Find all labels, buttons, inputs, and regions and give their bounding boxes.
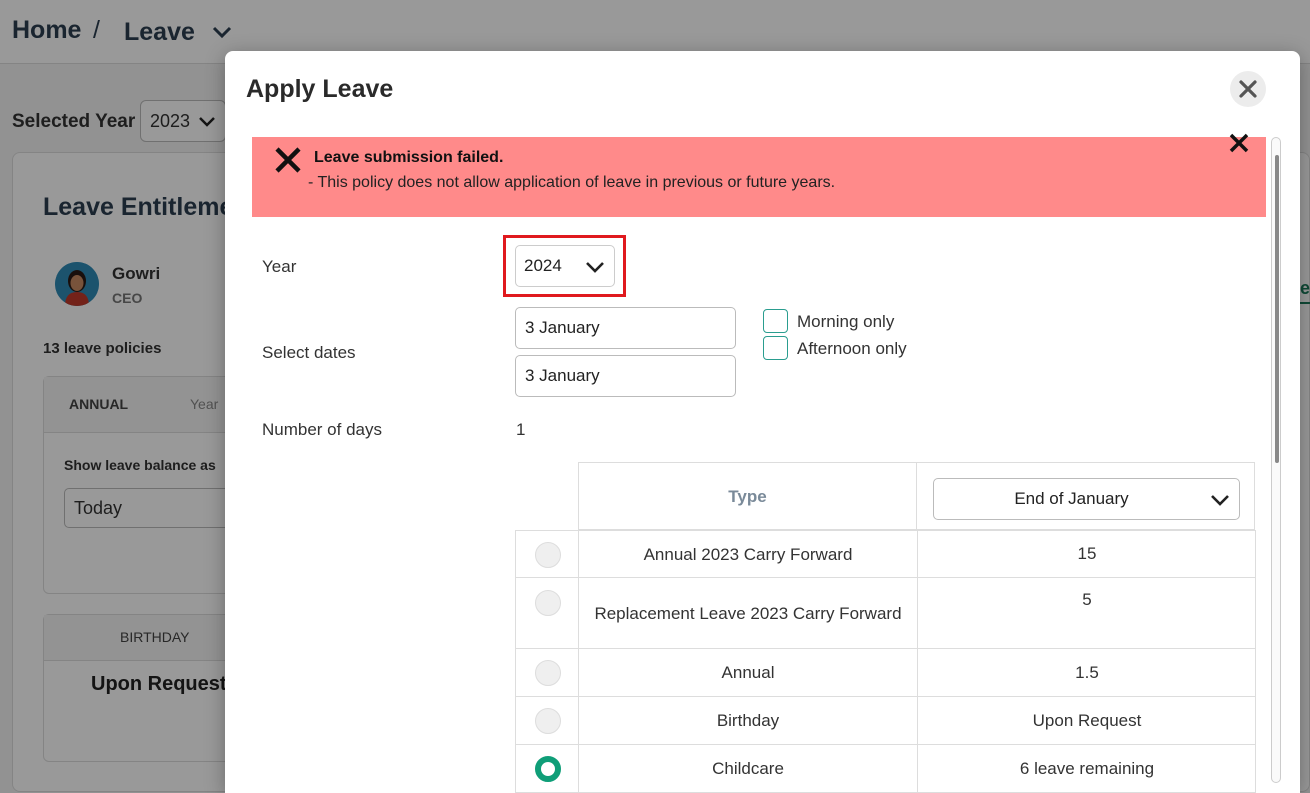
afternoon-only-checkbox[interactable]	[763, 336, 788, 360]
modal-title: Apply Leave	[246, 75, 394, 103]
alert-message: - This policy does not allow application…	[308, 174, 836, 191]
year-value: 2024	[524, 256, 562, 275]
chevron-down-icon	[1211, 495, 1229, 506]
table-header: Type End of January	[578, 462, 1255, 530]
leave-type-radio[interactable]	[535, 660, 561, 686]
type-column-header: Type	[579, 463, 917, 529]
leave-type-name: Annual 2023 Carry Forward	[579, 531, 918, 577]
morning-only-label: Morning only	[797, 312, 895, 331]
table-row[interactable]: Annual 1.5	[515, 649, 1256, 697]
balance-period-value: End of January	[1014, 489, 1129, 508]
leave-type-radio[interactable]	[535, 708, 561, 734]
error-alert: Leave submission failed. - This policy d…	[252, 133, 1266, 217]
leave-type-name: Annual	[579, 649, 918, 696]
start-date-input[interactable]: 3 January	[515, 307, 736, 349]
leave-balance: 1.5	[1075, 662, 1099, 682]
leave-type-radio-selected[interactable]	[535, 756, 561, 782]
close-icon[interactable]	[1228, 132, 1250, 154]
leave-type-radio[interactable]	[535, 590, 561, 616]
modal-scrollbar-thumb[interactable]	[1275, 155, 1279, 463]
number-of-days-value: 1	[516, 420, 526, 439]
table-row[interactable]: Annual 2023 Carry Forward 15	[515, 530, 1256, 578]
morning-only-checkbox[interactable]	[763, 309, 788, 333]
leave-balance: 15	[1077, 544, 1097, 563]
year-label: Year	[262, 257, 297, 276]
leave-type-name: Childcare	[579, 745, 918, 792]
leave-type-name: Birthday	[579, 697, 918, 744]
afternoon-only-label: Afternoon only	[797, 339, 907, 358]
table-row[interactable]: Replacement Leave 2023 Carry Forward 5	[515, 578, 1256, 649]
leave-type-name: Replacement Leave 2023 Carry Forward	[579, 578, 918, 648]
table-row[interactable]: Birthday Upon Request	[515, 697, 1256, 745]
table-row[interactable]: Childcare 6 leave remaining	[515, 745, 1256, 793]
balance-period-dropdown[interactable]: End of January	[933, 478, 1240, 520]
alert-title: Leave submission failed.	[314, 149, 504, 166]
end-date-input[interactable]: 3 January	[515, 355, 736, 397]
leave-balance: 6 leave remaining	[1019, 758, 1155, 778]
number-of-days-label: Number of days	[262, 420, 382, 439]
close-icon	[1239, 80, 1257, 98]
year-dropdown[interactable]: 2024	[515, 245, 615, 287]
error-x-icon	[275, 147, 301, 173]
chevron-down-icon	[586, 262, 604, 273]
close-modal-button[interactable]	[1230, 71, 1266, 107]
leave-balance: 5	[1082, 590, 1092, 609]
select-dates-label: Select dates	[262, 343, 356, 362]
leave-balance: Upon Request	[1032, 710, 1142, 730]
apply-leave-modal: Apply Leave Leave submission failed. - T…	[225, 51, 1300, 793]
leave-type-radio[interactable]	[535, 542, 561, 568]
